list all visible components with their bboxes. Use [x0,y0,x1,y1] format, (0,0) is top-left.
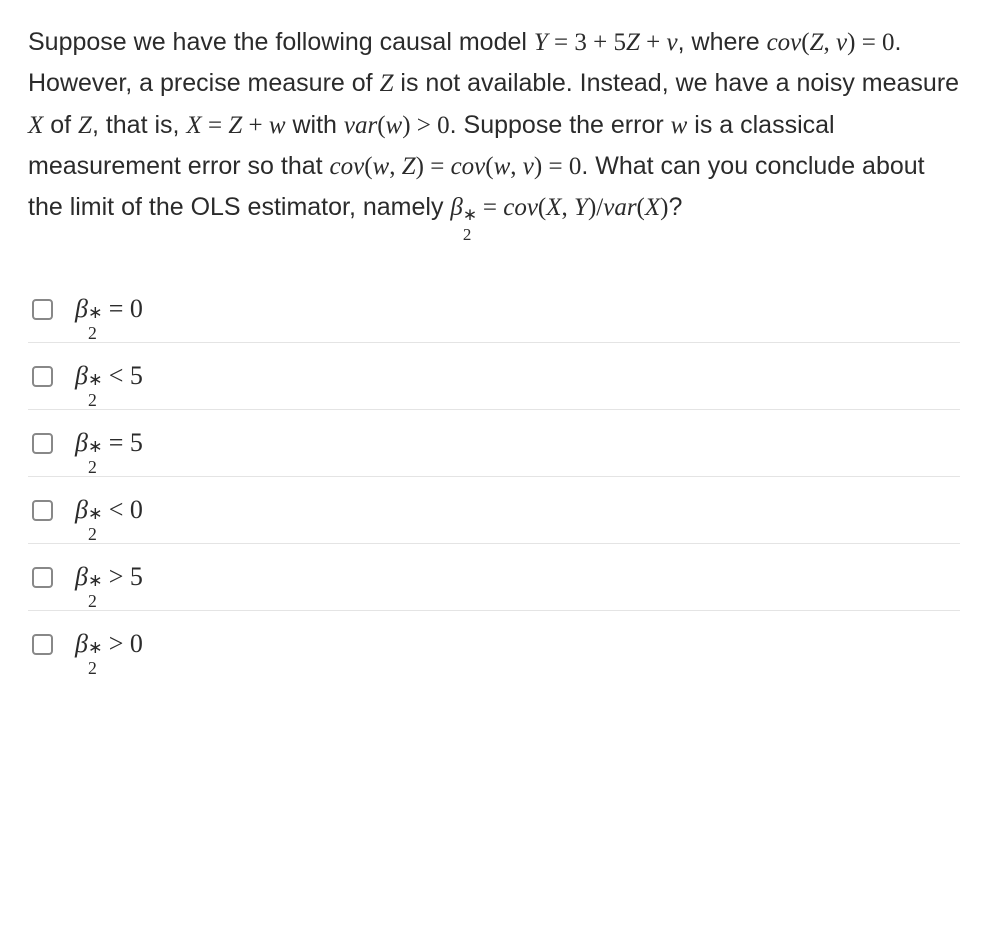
question-part: with [286,111,344,139]
question-stem: Suppose we have the following causal mod… [28,22,960,228]
math-var: w [671,112,688,139]
math-expression: X = Z + w [186,112,285,139]
math-expression: var(w) > 0 [344,112,450,139]
math-expression: β∗2 = cov(X, Y)/var(X) [450,194,668,221]
options-list: β∗2 = 0 β∗2 < 5 β∗2 = 5 β∗2 < 0 β∗2 > 5 … [28,276,960,677]
option-label: β∗2 < 0 [75,495,143,525]
math-expression: cov(Z, v) = 0 [767,29,895,56]
option-row[interactable]: β∗2 > 5 [28,544,960,611]
option-checkbox[interactable] [32,634,53,655]
math-expression: cov(w, Z) = cov(w, v) = 0 [330,153,582,180]
option-checkbox[interactable] [32,366,53,387]
math-var: X [28,112,43,139]
math-expression: Y = 3 + 5Z + v [534,29,678,56]
option-row[interactable]: β∗2 < 0 [28,477,960,544]
question-part: Suppose we have the following causal mod… [28,28,534,56]
math-var: Z [78,112,92,139]
option-label: β∗2 = 5 [75,428,143,458]
question-part: of [43,111,78,139]
math-var: Z [380,70,394,97]
question-part: , that is, [92,111,186,139]
option-row[interactable]: β∗2 = 5 [28,410,960,477]
question-part: is not available. Instead, we have a noi… [393,69,959,97]
question-part: ? [668,193,682,221]
question-part: . Suppose the error [450,111,671,139]
option-label: β∗2 = 0 [75,294,143,324]
option-label: β∗2 > 5 [75,562,143,592]
option-row[interactable]: β∗2 = 0 [28,276,960,343]
option-checkbox[interactable] [32,433,53,454]
option-checkbox[interactable] [32,299,53,320]
option-label: β∗2 > 0 [75,629,143,659]
question-part: , where [678,28,767,56]
option-row[interactable]: β∗2 < 5 [28,343,960,410]
option-row[interactable]: β∗2 > 0 [28,611,960,677]
option-checkbox[interactable] [32,567,53,588]
option-checkbox[interactable] [32,500,53,521]
option-label: β∗2 < 5 [75,361,143,391]
